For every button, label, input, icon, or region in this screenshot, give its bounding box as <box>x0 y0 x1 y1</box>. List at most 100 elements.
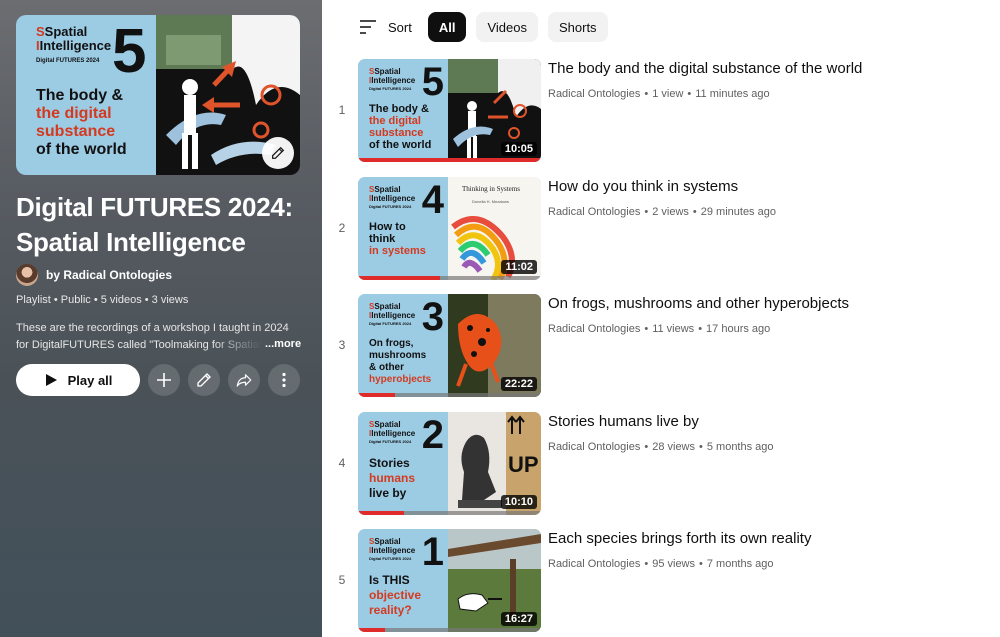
video-index: 4 <box>338 455 346 470</box>
video-title[interactable]: Stories humans live by <box>548 413 699 430</box>
playlist-header-panel: SSpatial IIntelligence Digital FUTURES 2… <box>0 0 322 637</box>
share-button[interactable] <box>228 364 260 396</box>
video-row[interactable]: 5 SSpatial IIntelligence Digital FUTURES … <box>330 529 990 637</box>
sort-label: Sort <box>388 19 412 35</box>
video-row[interactable]: 2 SSpatial IIntelligence Digital FUTURES … <box>330 176 990 295</box>
owner-name[interactable]: by Radical Ontologies <box>46 268 172 282</box>
thumb-topic-line: objective <box>369 588 422 602</box>
thumb-topic-line: think <box>369 232 396 245</box>
chip-shorts[interactable]: Shorts <box>547 12 608 42</box>
thumb-number: 4 <box>421 177 444 222</box>
video-thumbnail[interactable]: SSpatial IIntelligence Digital FUTURES 20… <box>358 176 541 280</box>
thumb-brand: SSpatial IIntelligence <box>369 537 416 555</box>
channel-name[interactable]: Radical Ontologies <box>548 206 640 218</box>
channel-name[interactable]: Radical Ontologies <box>548 323 640 335</box>
thumb-brand-line1: Spatial <box>374 67 401 76</box>
hero-brand: SSpatial IIntelligence <box>36 24 112 53</box>
video-list: 1 SSpatial IIntelligence Digital FUTURES … <box>330 59 990 637</box>
hero-number: 5 <box>112 17 147 86</box>
duration-badge: 10:05 <box>500 142 537 156</box>
description-line-2: for DigitalFUTURES called "Toolmaking fo… <box>16 339 262 351</box>
thumb-brand-line2: Intelligence <box>371 193 416 203</box>
watch-progress <box>358 628 386 632</box>
thumbnail-title-card: SSpatial IIntelligence Digital FUTURES 20… <box>358 529 448 632</box>
view-count: 2 views <box>652 205 689 218</box>
play-all-button[interactable]: Play all <box>16 364 140 396</box>
chip-videos[interactable]: Videos <box>476 12 538 42</box>
video-thumbnail[interactable]: SSpatial IIntelligence Digital FUTURES 20… <box>358 529 541 632</box>
video-thumbnail[interactable]: SSpatial IIntelligence Digital FUTURES 20… <box>358 411 541 515</box>
edit-thumbnail-button[interactable] <box>262 137 294 169</box>
avatar[interactable] <box>16 264 38 286</box>
add-to-playlist-button[interactable] <box>148 364 180 396</box>
video-meta: Radical Ontologies • 95 views • 7 months ago <box>548 558 774 570</box>
play-all-label: Play all <box>67 372 113 388</box>
channel-name[interactable]: Radical Ontologies <box>548 558 640 570</box>
thumb-topic: How to think in systems <box>369 221 426 257</box>
thumb-topic-line: in systems <box>369 244 426 257</box>
video-title[interactable]: Each species brings forth its own realit… <box>548 530 811 547</box>
video-thumbnail[interactable]: SSpatial IIntelligence Digital FUTURES 20… <box>358 294 541 397</box>
upload-age: 7 months ago <box>706 558 774 570</box>
upload-age: 17 hours ago <box>706 323 771 335</box>
video-title[interactable]: On frogs, mushrooms and other hyperobjec… <box>548 295 849 312</box>
thumb-topic-line: On frogs, <box>369 338 414 349</box>
hero-brand-line1: Spatial <box>44 24 88 39</box>
upload-age: 29 minutes ago <box>700 205 776 218</box>
watch-progress <box>358 158 541 162</box>
video-title[interactable]: How do you think in systems <box>548 178 738 195</box>
thumb-brand-line2: Intelligence <box>371 428 416 438</box>
thumb-topic-line: mushrooms <box>369 350 427 361</box>
video-index: 1 <box>338 103 346 117</box>
playlist-page: SSpatial IIntelligence Digital FUTURES 2… <box>0 0 1000 637</box>
thumb-topic-line: The body & <box>369 103 429 115</box>
channel-name[interactable]: Radical Ontologies <box>548 441 640 453</box>
thumb-topic-line: live by <box>369 485 407 500</box>
chip-all[interactable]: All <box>427 12 467 42</box>
sort-icon <box>360 20 376 34</box>
thumb-brand-line1: Spatial <box>374 184 401 194</box>
view-count: 1 view <box>652 88 684 100</box>
video-thumbnail[interactable]: SSpatial IIntelligence Digital FUTURES 20… <box>358 59 541 162</box>
duration-badge: 11:02 <box>501 259 537 274</box>
thumb-topic: Stories humans live by <box>369 456 415 501</box>
thumb-number: 3 <box>421 295 444 339</box>
thumb-topic-line: of the world <box>369 139 432 151</box>
watch-progress-track <box>358 628 541 632</box>
description-more-link[interactable]: ...more <box>265 338 301 350</box>
video-row[interactable]: 4 SSpatial IIntelligence Digital FUTURES … <box>330 411 990 530</box>
thumb-brand-line1: Spatial <box>374 537 401 546</box>
view-count: 95 views <box>652 558 695 570</box>
description-line-1: These are the recordings of a workshop I… <box>16 322 289 334</box>
playlist-owner[interactable]: by Radical Ontologies <box>16 264 172 286</box>
hero-topic-line4: of the world <box>36 141 127 158</box>
view-count: 11 views <box>652 323 695 335</box>
pencil-icon <box>197 373 211 387</box>
playlist-title: Digital FUTURES 2024: Spatial Intelligen… <box>16 192 293 257</box>
edit-playlist-button[interactable] <box>188 364 220 396</box>
video-index: 2 <box>338 220 346 235</box>
thumb-number: 5 <box>421 60 444 104</box>
video-row[interactable]: 1 SSpatial IIntelligence Digital FUTURES … <box>330 59 990 177</box>
thumb-brand-line1: Spatial <box>374 302 401 311</box>
thumb-brand-line2: Intelligence <box>371 546 416 555</box>
upload-age: 5 months ago <box>706 440 774 453</box>
playlist-actions: Play all <box>16 364 300 396</box>
playlist-description: These are the recordings of a workshop I… <box>16 320 306 354</box>
thumb-topic: Is THIS objective reality? <box>369 573 421 618</box>
thumb-topic-line: & other <box>369 362 404 373</box>
thumb-brand-sub: Digital FUTURES 2024 <box>369 556 412 561</box>
thumb-number: 2 <box>421 412 444 457</box>
video-row[interactable]: 3 SSpatial IIntelligence Digital FUTURES … <box>330 294 990 412</box>
video-title[interactable]: The body and the digital substance of th… <box>548 60 862 77</box>
thumb-topic: The body & the digital substance of the … <box>369 103 431 151</box>
view-count: 28 views <box>652 440 695 453</box>
more-actions-button[interactable] <box>268 364 300 396</box>
video-meta: Radical Ontologies • 28 views • 5 months ago <box>548 440 774 453</box>
more-vertical-icon <box>282 372 286 388</box>
playlist-hero-thumbnail[interactable]: SSpatial IIntelligence Digital FUTURES 2… <box>16 15 300 175</box>
sort-button[interactable]: Sort <box>358 19 412 35</box>
channel-name[interactable]: Radical Ontologies <box>548 88 640 100</box>
duration-badge: 10:10 <box>500 494 537 509</box>
thumb-brand: SSpatial IIntelligence <box>369 184 416 203</box>
